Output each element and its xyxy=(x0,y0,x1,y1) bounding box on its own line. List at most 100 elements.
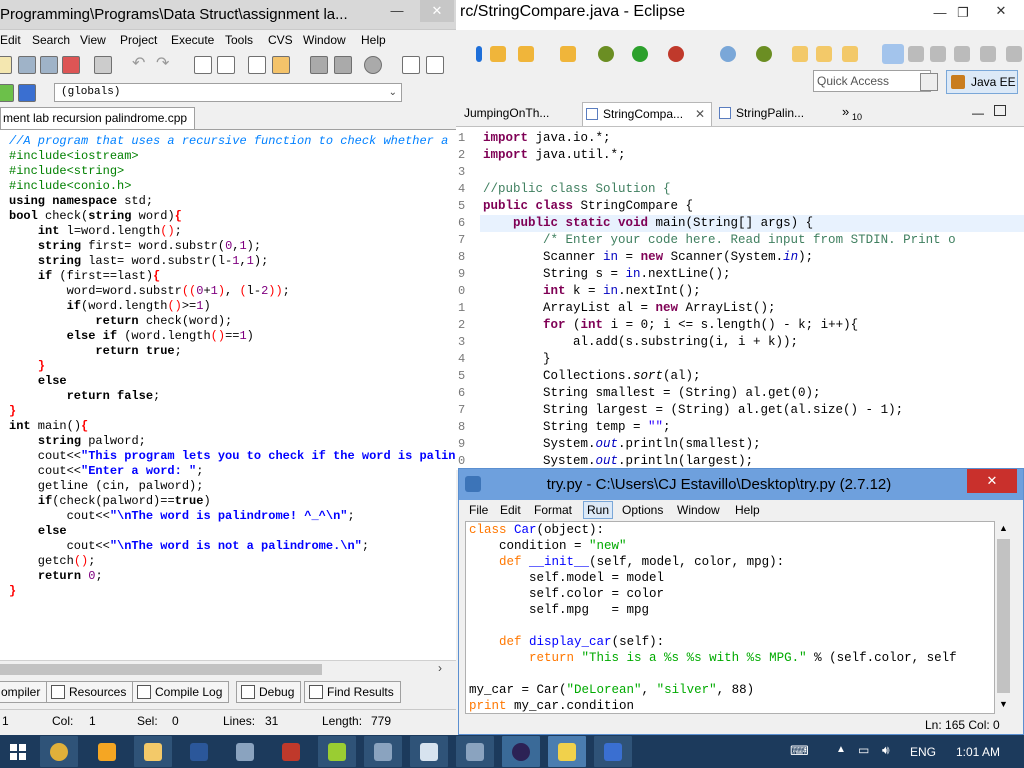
clock[interactable]: 1:01 AM xyxy=(956,745,1000,759)
back-history-icon[interactable] xyxy=(518,46,534,62)
input-language[interactable]: ENG xyxy=(910,745,936,759)
menu-window[interactable]: Window xyxy=(677,503,720,517)
menu-window[interactable]: Window xyxy=(303,33,346,47)
redo-icon[interactable]: ↷ xyxy=(156,56,174,74)
chevron-down-icon[interactable]: ▼ xyxy=(999,699,1008,709)
menu-format[interactable]: Format xyxy=(534,503,572,517)
network-status-icon[interactable]: ▭ xyxy=(858,743,869,757)
quick-access-input[interactable]: Quick Access xyxy=(813,70,931,92)
tab-jumpingonth[interactable]: JumpingOnTh... xyxy=(460,102,549,126)
close-file-icon[interactable] xyxy=(62,56,80,74)
new-file-icon[interactable] xyxy=(0,56,12,74)
menu-file[interactable]: File xyxy=(469,503,488,517)
word-taskbar-button[interactable] xyxy=(180,736,218,767)
eclipse-taskbar-button[interactable] xyxy=(502,736,540,767)
tab-debug[interactable]: Debug xyxy=(236,681,302,703)
scrollbar-thumb[interactable] xyxy=(0,664,322,675)
menu-edit[interactable]: Edit xyxy=(0,33,21,47)
python-vertical-scrollbar[interactable]: ▲ ▼ xyxy=(995,521,1012,714)
print-icon[interactable] xyxy=(94,56,112,74)
photos-taskbar-button[interactable] xyxy=(364,736,402,767)
tab-compile-log[interactable]: Compile Log xyxy=(132,681,230,703)
save-all-icon[interactable] xyxy=(40,56,58,74)
chrome-taskbar-button[interactable] xyxy=(40,736,78,767)
new-class-icon[interactable] xyxy=(756,46,772,62)
tab-stringpalin[interactable]: StringPalin... xyxy=(716,102,804,126)
next-annotation-icon[interactable] xyxy=(980,46,996,62)
tab-find-results[interactable]: Find Results xyxy=(304,681,401,703)
bookmark-prev-icon[interactable] xyxy=(310,56,328,74)
tab-stringcompare[interactable]: StringCompa... ✕ xyxy=(582,102,712,126)
media-player-taskbar-button[interactable] xyxy=(88,736,126,767)
mark-occurrences-icon[interactable] xyxy=(882,44,904,64)
devcpp-taskbar-button[interactable] xyxy=(594,736,632,767)
file-explorer-taskbar-button[interactable] xyxy=(134,736,172,767)
chevron-right-icon[interactable]: › xyxy=(438,661,442,675)
prev-annotation-icon[interactable] xyxy=(1006,46,1022,62)
bookmark-toggle-icon[interactable] xyxy=(364,56,382,74)
app-taskbar-button[interactable] xyxy=(272,736,310,767)
close-button[interactable]: ✕ xyxy=(967,469,1017,493)
search-icon[interactable] xyxy=(842,46,858,62)
scrollbar-thumb[interactable] xyxy=(997,539,1010,693)
python-editor[interactable]: class Car(object): condition = "new" def… xyxy=(465,521,995,714)
maximize-editor-icon[interactable] xyxy=(994,105,1006,116)
globals-select[interactable]: (globals) ⌄ xyxy=(54,83,402,102)
debug-icon[interactable] xyxy=(598,46,614,62)
forward-icon[interactable] xyxy=(560,46,576,62)
python-taskbar-button[interactable] xyxy=(548,736,586,767)
minimize-button[interactable]: — xyxy=(930,2,950,24)
menu-help[interactable]: Help xyxy=(361,33,386,47)
goto-line-icon[interactable] xyxy=(272,56,290,74)
menu-view[interactable]: View xyxy=(80,33,106,47)
open-type-icon[interactable] xyxy=(792,46,808,62)
network-taskbar-button[interactable] xyxy=(456,736,494,767)
close-icon[interactable]: ✕ xyxy=(695,103,705,125)
sticky-notes-taskbar-button[interactable] xyxy=(318,736,356,767)
volume-icon[interactable]: 🔊︎ xyxy=(882,743,890,758)
toggle-block-icon[interactable] xyxy=(908,46,924,62)
run-icon[interactable] xyxy=(0,84,14,102)
minimize-button[interactable]: — xyxy=(384,0,410,22)
notepad-taskbar-button[interactable] xyxy=(410,736,448,767)
open-perspective-icon[interactable] xyxy=(920,73,938,91)
grid-icon[interactable] xyxy=(402,56,420,74)
project-icon[interactable] xyxy=(18,84,36,102)
tab-resources[interactable]: Resources xyxy=(46,681,134,703)
external-tools-icon[interactable] xyxy=(668,46,684,62)
undo-icon[interactable]: ↶ xyxy=(132,56,150,74)
keyboard-icon[interactable]: ⌨ xyxy=(790,743,809,759)
menu-run[interactable]: Run xyxy=(583,501,614,519)
back-icon[interactable] xyxy=(490,46,506,62)
java-editor[interactable]: 123456789012345678901 import java.io.*; … xyxy=(456,126,1024,470)
menu-help[interactable]: Help xyxy=(735,503,760,517)
tab-compiler[interactable]: ompiler xyxy=(0,681,48,703)
menu-search[interactable]: Search xyxy=(32,33,70,47)
menu-project[interactable]: Project xyxy=(120,33,157,47)
menu-execute[interactable]: Execute xyxy=(171,33,214,47)
remote-desktop-taskbar-button[interactable] xyxy=(226,736,264,767)
menu-cvs[interactable]: CVS xyxy=(268,33,293,47)
pilcrow-icon[interactable] xyxy=(954,46,970,62)
chevron-up-icon[interactable]: ▲ xyxy=(836,744,846,755)
chevron-up-icon[interactable]: ▲ xyxy=(999,523,1008,533)
start-windows-icon[interactable] xyxy=(10,744,26,760)
show-whitespace-icon[interactable] xyxy=(930,46,946,62)
tab-palindrome-cpp[interactable]: ment lab recursion palindrome.cpp xyxy=(0,107,195,129)
menu-edit[interactable]: Edit xyxy=(500,503,521,517)
window-icon[interactable] xyxy=(426,56,444,74)
indent-icon[interactable] xyxy=(248,56,266,74)
find-icon[interactable] xyxy=(194,56,212,74)
minimize-editor-icon[interactable]: — xyxy=(972,106,984,120)
java-ee-perspective-button[interactable]: Java EE xyxy=(946,70,1018,94)
open-resource-icon[interactable] xyxy=(816,46,832,62)
save-icon[interactable] xyxy=(18,56,36,74)
run-icon[interactable] xyxy=(632,46,648,62)
close-button[interactable]: ✕ xyxy=(978,0,1024,22)
bookmark-next-icon[interactable] xyxy=(334,56,352,74)
tab-overflow-chevron-icon[interactable]: » xyxy=(842,104,849,119)
cpp-editor[interactable]: //A program that uses a recursive functi… xyxy=(0,129,456,660)
new-server-icon[interactable] xyxy=(720,46,736,62)
menu-tools[interactable]: Tools xyxy=(225,33,253,47)
maximize-button[interactable]: ❐ xyxy=(953,2,973,24)
